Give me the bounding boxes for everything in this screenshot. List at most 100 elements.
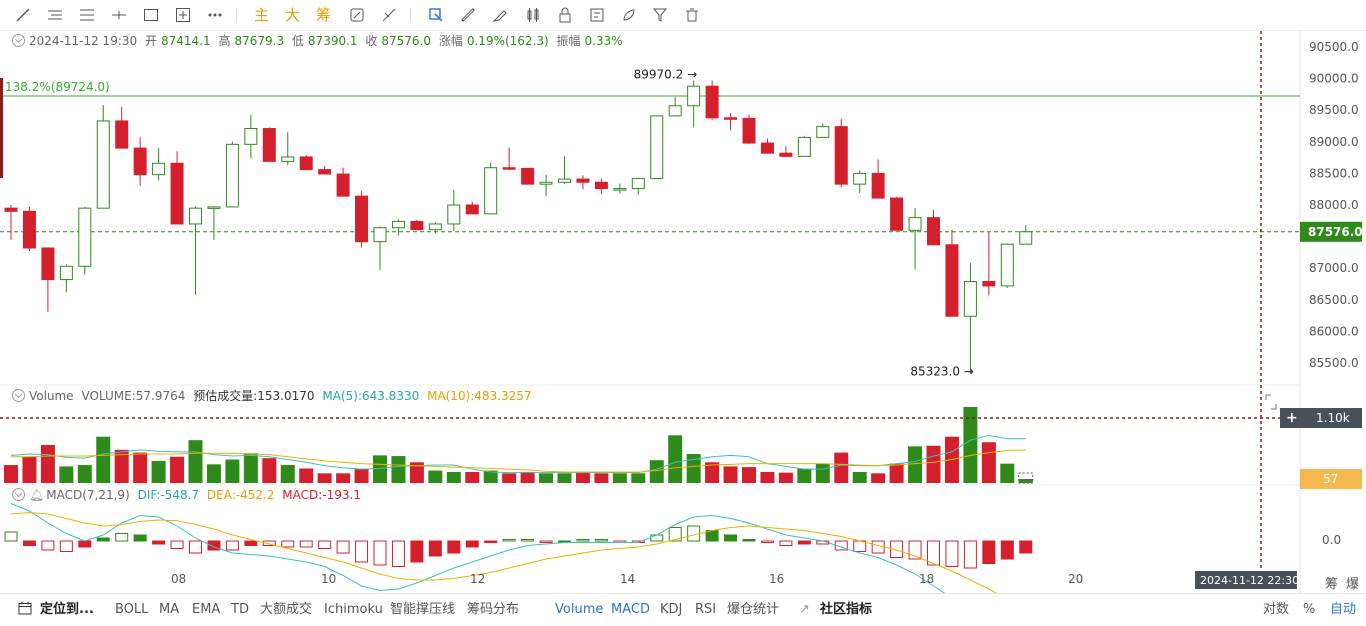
burst-button[interactable]: 爆	[1346, 573, 1359, 592]
indicator-chip-distribution[interactable]: 筹码分布	[467, 594, 519, 626]
indicator-td[interactable]: TD	[231, 594, 249, 626]
horizontal-lines-icon[interactable]	[77, 5, 97, 25]
volume-bar	[815, 463, 830, 483]
volume-bar	[557, 473, 572, 483]
time-axis-label: 10	[321, 572, 336, 586]
candle-date: 2024-11-12 19:30	[29, 34, 138, 48]
volume-bar	[594, 473, 609, 483]
volume-bar	[428, 470, 443, 483]
candle-body	[22, 210, 36, 249]
line-tool-icon[interactable]	[13, 5, 33, 25]
macd-hist-bar	[428, 540, 442, 557]
main-chart-toggle[interactable]: 主	[254, 5, 269, 25]
time-axis-label: 08	[171, 572, 186, 586]
volume-bar	[612, 473, 627, 483]
macd-hist-bar	[4, 531, 18, 542]
calendar-icon[interactable]	[18, 594, 32, 626]
large-order-toggle[interactable]: 大	[285, 5, 300, 25]
indicator-ema[interactable]: EMA	[192, 594, 220, 626]
candle-body	[705, 85, 719, 119]
volume-bar	[889, 463, 904, 483]
macd-hist-bar	[133, 534, 147, 542]
lock-icon[interactable]	[555, 5, 575, 25]
low-label: 低	[291, 34, 304, 48]
indicator-ichimoku[interactable]: Ichimoku	[324, 594, 383, 626]
price-tick-label: 89500.0	[1309, 103, 1359, 117]
macd-hist-bar	[41, 540, 55, 551]
macd-hist-bar	[982, 540, 996, 564]
volume-bar	[299, 468, 314, 483]
brush-icon[interactable]	[490, 5, 510, 25]
trash-icon[interactable]	[682, 5, 702, 25]
rectangle-icon[interactable]	[141, 5, 161, 25]
collapse-toggle-icon[interactable]	[12, 34, 25, 47]
time-axis-label: 20	[1068, 572, 1083, 586]
ruler-icon[interactable]	[379, 5, 399, 25]
candle-body	[281, 156, 295, 162]
open-label: 开	[144, 34, 157, 48]
macd-hist-bar	[447, 540, 461, 554]
highlighter-icon[interactable]	[619, 5, 639, 25]
change-value: 0.19%(162.3)	[466, 34, 549, 48]
macd-hist-bar	[244, 540, 258, 546]
candle-body	[207, 206, 221, 209]
price-tick-label: 87000.0	[1309, 261, 1359, 275]
more-icon[interactable]	[205, 5, 225, 25]
sub-indicator-rsi[interactable]: RSI	[695, 594, 716, 626]
indicator-boll[interactable]: BOLL	[115, 594, 148, 626]
log-scale-button[interactable]: 对数	[1263, 594, 1289, 626]
sub-indicator-liquidation[interactable]: 爆仓统计	[727, 594, 779, 626]
macd-hist-bar	[779, 540, 793, 546]
filter-icon[interactable]	[650, 5, 670, 25]
sub-indicator-volume[interactable]: Volume	[555, 594, 603, 626]
macd-hist-bar	[1019, 540, 1033, 554]
indicator-smart-sr[interactable]: 智能撑压线	[390, 594, 455, 626]
macd-hist-bar	[760, 540, 774, 543]
volume-bar	[1018, 478, 1033, 483]
candle-body	[871, 172, 885, 199]
locate-button[interactable]: 定位到...	[40, 594, 94, 626]
bell-icon[interactable]: 🔔︎	[29, 488, 44, 502]
volume-bar	[40, 445, 55, 483]
ohlc-info-row: 2024-11-12 19:30 开 87414.1 高 87679.3 低 8739…	[12, 32, 627, 50]
amplitude-value: 0.33%	[584, 34, 623, 48]
indicator-ma[interactable]: MA	[159, 594, 179, 626]
indicator-large-trades[interactable]: 大额成交	[260, 594, 312, 626]
time-axis-label: 18	[919, 572, 934, 586]
community-icon[interactable]: ↗︎	[799, 594, 810, 626]
edit-icon[interactable]	[587, 5, 607, 25]
sub-indicator-kdj[interactable]: KDJ	[660, 594, 682, 626]
volume-bar	[520, 471, 535, 483]
crosshair-value-text: 1.10k	[1316, 411, 1350, 425]
magnet-icon[interactable]	[347, 5, 367, 25]
cursor-icon[interactable]	[426, 5, 446, 25]
macd-hist-bar	[465, 540, 479, 548]
percent-scale-button[interactable]: %	[1303, 594, 1315, 626]
price-tick-label: 90500.0	[1309, 40, 1359, 54]
plus-box-icon[interactable]	[173, 5, 193, 25]
volume-bar	[188, 440, 203, 483]
auto-scale-button[interactable]: 自动	[1330, 594, 1356, 626]
kline-chart[interactable]: 90500.0 90000.0 89500.0 89000.0 88500.0 88000…	[0, 0, 1366, 625]
macd-collapse-icon[interactable]	[12, 488, 25, 501]
community-indicators[interactable]: 社区指标	[820, 594, 872, 626]
candle-body	[373, 227, 387, 243]
volume-bar	[760, 471, 775, 483]
chip-button[interactable]: 筹	[1325, 573, 1338, 592]
macd-dea: DEA:-452.2	[206, 488, 275, 502]
volume-collapse-icon[interactable]	[12, 389, 25, 402]
link-icon[interactable]	[458, 5, 478, 25]
cross-line-icon[interactable]	[109, 5, 129, 25]
volume-bar	[133, 452, 148, 483]
price-tick-label: 85500.0	[1309, 356, 1359, 370]
volume-ma10: MA(10):483.3257	[427, 389, 532, 403]
candle-body	[410, 220, 424, 231]
chip-toggle[interactable]: 筹	[316, 5, 331, 25]
macd-hist-bar	[539, 540, 553, 543]
candle-body	[465, 204, 479, 215]
macd-hist-bar	[299, 540, 313, 548]
candle-body	[613, 188, 627, 191]
sub-indicator-macd[interactable]: MACD	[611, 594, 650, 626]
parallel-lines-icon[interactable]	[45, 5, 65, 25]
candles-icon[interactable]	[523, 5, 543, 25]
